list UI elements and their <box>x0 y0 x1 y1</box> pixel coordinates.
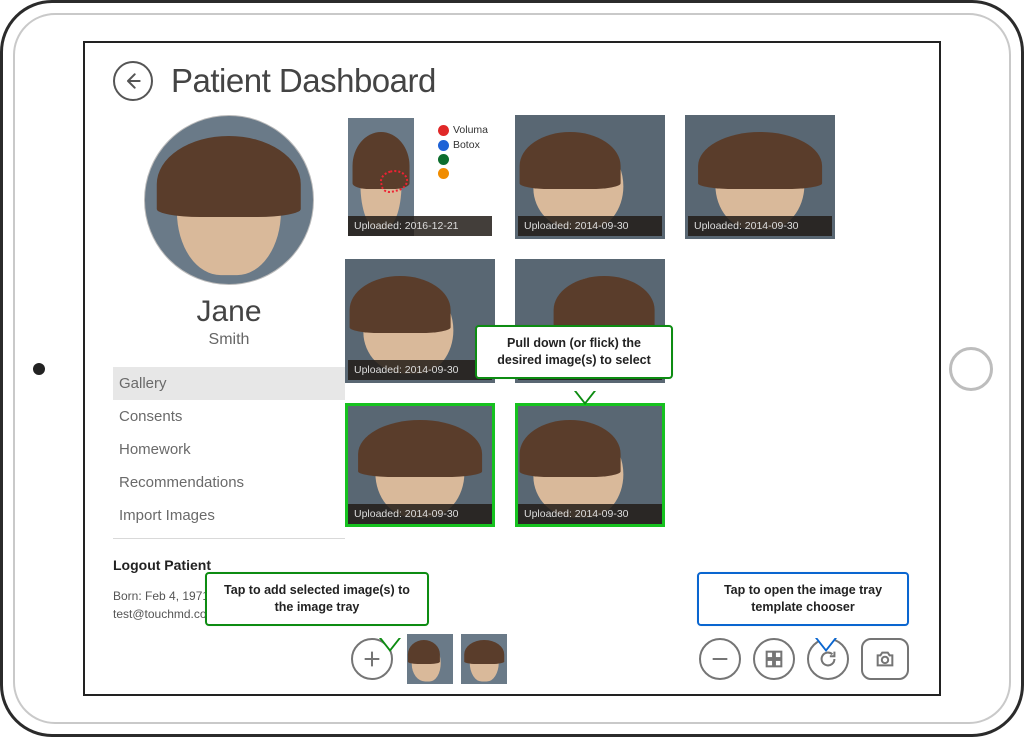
thumb-caption: Uploaded: 2016-12-21 <box>348 216 492 236</box>
tray-thumb[interactable] <box>407 634 453 684</box>
thumb-caption: Uploaded: 2014-09-30 <box>518 504 662 524</box>
minus-icon <box>709 648 731 670</box>
patient-first-name: Jane <box>196 295 261 329</box>
gallery-thumb[interactable]: Uploaded: 2014-09-30 <box>685 115 835 239</box>
thumb-caption: Uploaded: 2014-09-30 <box>348 360 492 380</box>
front-camera-dot <box>33 363 45 375</box>
legend-label: Botox <box>453 139 480 151</box>
legend-dot-icon <box>438 168 449 179</box>
camera-icon <box>874 648 896 670</box>
header: Patient Dashboard <box>85 43 939 107</box>
thumb-caption: Uploaded: 2014-09-30 <box>688 216 832 236</box>
legend-dot-icon <box>438 154 449 165</box>
hint-select-images: Pull down (or flick) the desired image(s… <box>475 325 673 379</box>
nav-gallery[interactable]: Gallery <box>113 367 345 400</box>
hint-text: Tap to add selected image(s) to the imag… <box>224 583 410 614</box>
thumb-caption: Uploaded: 2014-09-30 <box>518 216 662 236</box>
nav-separator <box>113 538 345 539</box>
hint-text: Tap to open the image tray template choo… <box>724 583 882 614</box>
hint-add-to-tray: Tap to add selected image(s) to the imag… <box>205 572 429 626</box>
logout-patient-link[interactable]: Logout Patient <box>113 557 345 573</box>
tablet-frame: Patient Dashboard Jane Smith Gallery Con… <box>0 0 1024 737</box>
content-area: Voluma Botox Uploaded: 2016-12-21 Upload… <box>345 115 915 692</box>
gallery-thumb-selected[interactable]: Uploaded: 2014-09-30 <box>345 403 495 527</box>
hint-text: Pull down (or flick) the desired image(s… <box>497 336 651 367</box>
legend-dot-icon <box>438 125 449 136</box>
camera-button[interactable] <box>861 638 909 680</box>
thumb-caption: Uploaded: 2014-09-30 <box>348 504 492 524</box>
hint-template-chooser: Tap to open the image tray template choo… <box>697 572 909 626</box>
remove-from-tray-button[interactable] <box>699 638 741 680</box>
sidebar-nav: Gallery Consents Homework Recommendation… <box>113 367 345 539</box>
gallery-thumb-selected[interactable]: Uploaded: 2014-09-30 <box>515 403 665 527</box>
tray-thumb[interactable] <box>461 634 507 684</box>
back-button[interactable] <box>113 61 153 101</box>
gallery-grid: Voluma Botox Uploaded: 2016-12-21 Upload… <box>345 115 915 527</box>
nav-import-images[interactable]: Import Images <box>113 499 345 532</box>
patient-summary: Jane Smith <box>113 115 345 349</box>
home-button[interactable] <box>949 347 993 391</box>
gallery-thumb[interactable]: Voluma Botox Uploaded: 2016-12-21 <box>345 115 495 239</box>
legend-label: Voluma <box>453 124 488 136</box>
nav-homework[interactable]: Homework <box>113 433 345 466</box>
nav-consents[interactable]: Consents <box>113 400 345 433</box>
annotation-legend: Voluma Botox <box>438 124 488 182</box>
grid-icon <box>763 648 785 670</box>
app-screen: Patient Dashboard Jane Smith Gallery Con… <box>83 41 941 696</box>
nav-recommendations[interactable]: Recommendations <box>113 466 345 499</box>
gallery-thumb[interactable]: Uploaded: 2014-09-30 <box>345 259 495 383</box>
patient-last-name: Smith <box>209 331 250 349</box>
template-chooser-button[interactable] <box>753 638 795 680</box>
page-title: Patient Dashboard <box>171 62 436 100</box>
back-arrow-icon <box>123 71 143 91</box>
legend-dot-icon <box>438 140 449 151</box>
tray-thumbnails <box>407 634 507 684</box>
patient-avatar[interactable] <box>144 115 314 285</box>
gallery-thumb[interactable]: Uploaded: 2014-09-30 <box>515 115 665 239</box>
